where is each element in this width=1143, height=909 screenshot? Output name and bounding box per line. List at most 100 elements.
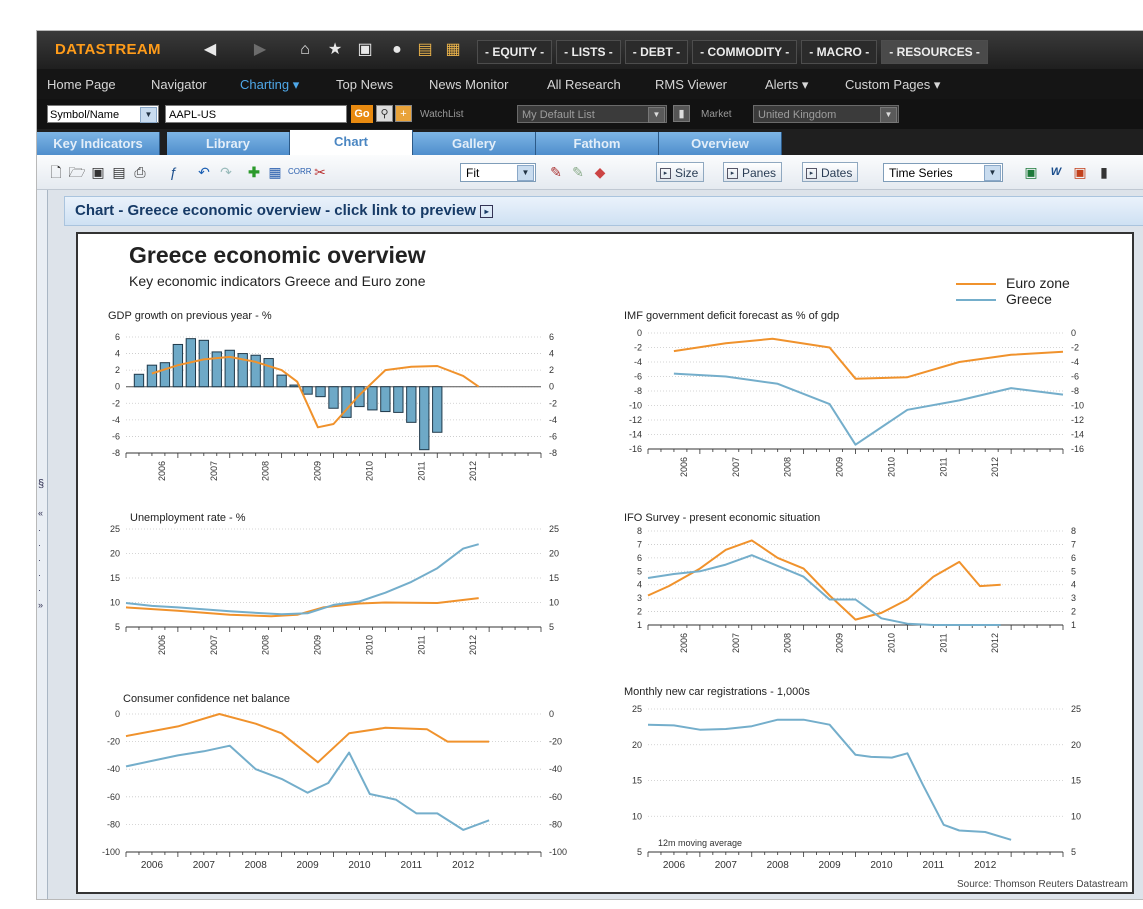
nav-charting[interactable]: Charting ▾ (240, 77, 299, 93)
preview-icon[interactable]: ▸ (480, 204, 494, 218)
y-tick-label-right: 5 (1071, 847, 1076, 857)
tab-chart[interactable]: Chart (290, 130, 413, 155)
collapse-icon[interactable]: « (38, 508, 43, 518)
nav-all-research[interactable]: All Research (547, 77, 621, 92)
series-type-select[interactable]: Time Series ▼ (883, 163, 1003, 182)
watchlist-select[interactable]: My Default List ▼ (517, 105, 667, 123)
color-icon[interactable]: ◆ (591, 163, 609, 181)
expand-icon: ▸ (660, 168, 671, 180)
size-button[interactable]: ▸ Size (656, 162, 705, 182)
nav-news-monitor[interactable]: News Monitor (429, 77, 508, 92)
new-icon[interactable]: 🗋 (47, 163, 65, 181)
excel-icon[interactable]: ▣ (1022, 163, 1040, 181)
add-icon[interactable]: + (395, 105, 412, 122)
nav-top-news[interactable]: Top News (336, 77, 393, 92)
market-select[interactable]: United Kingdom ▼ (753, 105, 899, 123)
nav-alerts[interactable]: Alerts ▾ (765, 77, 808, 93)
favourites-icon[interactable]: ★ (325, 40, 345, 60)
y-tick-label-right: 6 (1071, 553, 1076, 563)
menu-debt[interactable]: - DEBT - (624, 40, 689, 64)
home-icon[interactable]: ⌂ (295, 40, 315, 60)
tab-fathom[interactable]: Fathom (536, 132, 659, 155)
powerpoint-icon[interactable]: ▣ (1071, 163, 1089, 181)
correlation-icon[interactable]: CORR (288, 163, 312, 181)
chevron-down-icon[interactable]: ▼ (140, 107, 157, 123)
layout-icon[interactable]: ▦ (266, 163, 284, 181)
menu-lists[interactable]: - LISTS - (556, 40, 621, 64)
y-tick-label-left: 5 (115, 622, 120, 632)
chevron-down-icon[interactable]: ▼ (517, 165, 534, 181)
back-icon[interactable]: ◀ (200, 40, 220, 60)
nav-rms-viewer[interactable]: RMS Viewer (655, 77, 727, 92)
bar-greece (224, 349, 235, 388)
expand-icon[interactable]: » (38, 600, 43, 610)
notes-icon[interactable]: ▤ (415, 40, 435, 60)
forward-icon[interactable]: ▶ (250, 40, 270, 60)
menu-commodity[interactable]: - COMMODITY - (692, 40, 798, 64)
x-tick-label: 2011 (416, 461, 426, 480)
go-button[interactable]: Go (351, 105, 373, 123)
x-tick-label: 2010 (886, 633, 896, 653)
draw-icon[interactable]: ✎ (547, 163, 565, 181)
tab-key-indicators[interactable]: Key Indicators (37, 132, 160, 155)
tab-library[interactable]: Library (167, 132, 290, 155)
open-folder-icon[interactable]: 🗁 (68, 163, 86, 181)
menu-resources[interactable]: - RESOURCES - (881, 40, 988, 64)
x-tick-label: 2008 (261, 461, 271, 481)
search-icon[interactable]: ⚲ (376, 105, 393, 122)
y-tick-label-right: 0 (1071, 328, 1076, 338)
dates-button[interactable]: ▸ Dates (802, 162, 859, 182)
y-tick-label-left: 25 (632, 704, 642, 714)
expand-icon: ▸ (806, 168, 817, 180)
nav-home-page[interactable]: Home Page (47, 77, 116, 92)
watchlist-manage-icon[interactable]: ▮ (673, 105, 690, 122)
y-tick-label-left: 15 (632, 776, 642, 786)
market-label: Market (701, 109, 732, 120)
x-tick-label: 2012 (990, 633, 1000, 653)
symbol-type-select[interactable]: Symbol/Name ▼ (47, 105, 159, 123)
nav-navigator[interactable]: Navigator (151, 77, 207, 92)
dates-label: Dates (821, 166, 853, 180)
chat-icon[interactable]: ● (387, 40, 407, 60)
chart-header-title[interactable]: Chart - Greece economic overview - click… (75, 202, 494, 219)
chart-pane-6: Monthly new car registrations - 1,000s 25… (624, 686, 1081, 871)
chevron-down-icon[interactable]: ▼ (648, 107, 665, 123)
x-tick-label: 2007 (193, 860, 216, 871)
x-tick-label: 2009 (296, 860, 319, 871)
report-icon[interactable]: ▦ (443, 40, 463, 60)
menu-equity[interactable]: - EQUITY - (477, 40, 553, 64)
tab-gallery[interactable]: Gallery (413, 132, 536, 155)
function-icon[interactable]: ƒ (164, 163, 182, 181)
x-tick-label: 2006 (679, 633, 689, 653)
panes-button[interactable]: ▸ Panes (723, 162, 783, 182)
y-tick-label-right: 10 (1071, 811, 1081, 821)
y-tick-label-right: -8 (549, 448, 557, 458)
undo-icon[interactable]: ↶ (195, 163, 213, 181)
chart-header-text[interactable]: Chart - Greece economic overview - click… (75, 202, 476, 219)
panes-label: Panes (742, 166, 777, 180)
zoom-fit-select[interactable]: Fit ▼ (460, 163, 536, 182)
highlight-icon[interactable]: ✎ (569, 163, 587, 181)
redo-icon[interactable]: ↷ (217, 163, 235, 181)
zoom-fit-value: Fit (466, 166, 480, 180)
cut-icon[interactable]: ✂ (311, 163, 329, 181)
nav-custom-pages[interactable]: Custom Pages ▾ (845, 77, 940, 93)
chevron-down-icon[interactable]: ▼ (984, 165, 1001, 181)
menu-macro[interactable]: - MACRO - (801, 40, 878, 64)
y-tick-label-left: 7 (637, 539, 642, 549)
symbol-input[interactable]: AAPL-US (165, 105, 347, 123)
bar-greece (406, 386, 417, 423)
section-icon[interactable]: § (38, 478, 44, 490)
save-icon[interactable]: ▣ (89, 163, 107, 181)
add-series-icon[interactable]: ✚ (245, 163, 263, 181)
side-rail[interactable]: § « · · · · · » (37, 190, 48, 899)
tab-overview[interactable]: Overview (659, 132, 782, 155)
more-icon[interactable]: ▮ (1095, 163, 1113, 181)
print-icon[interactable]: ⎙ (131, 163, 149, 181)
chevron-down-icon[interactable]: ▼ (880, 107, 897, 123)
y-tick-label-right: -6 (1071, 372, 1079, 382)
export-icon[interactable]: ▣ (355, 40, 375, 60)
y-tick-label-right: -6 (549, 431, 557, 441)
save-as-icon[interactable]: ▤ (110, 163, 128, 181)
word-icon[interactable]: W (1047, 163, 1065, 181)
